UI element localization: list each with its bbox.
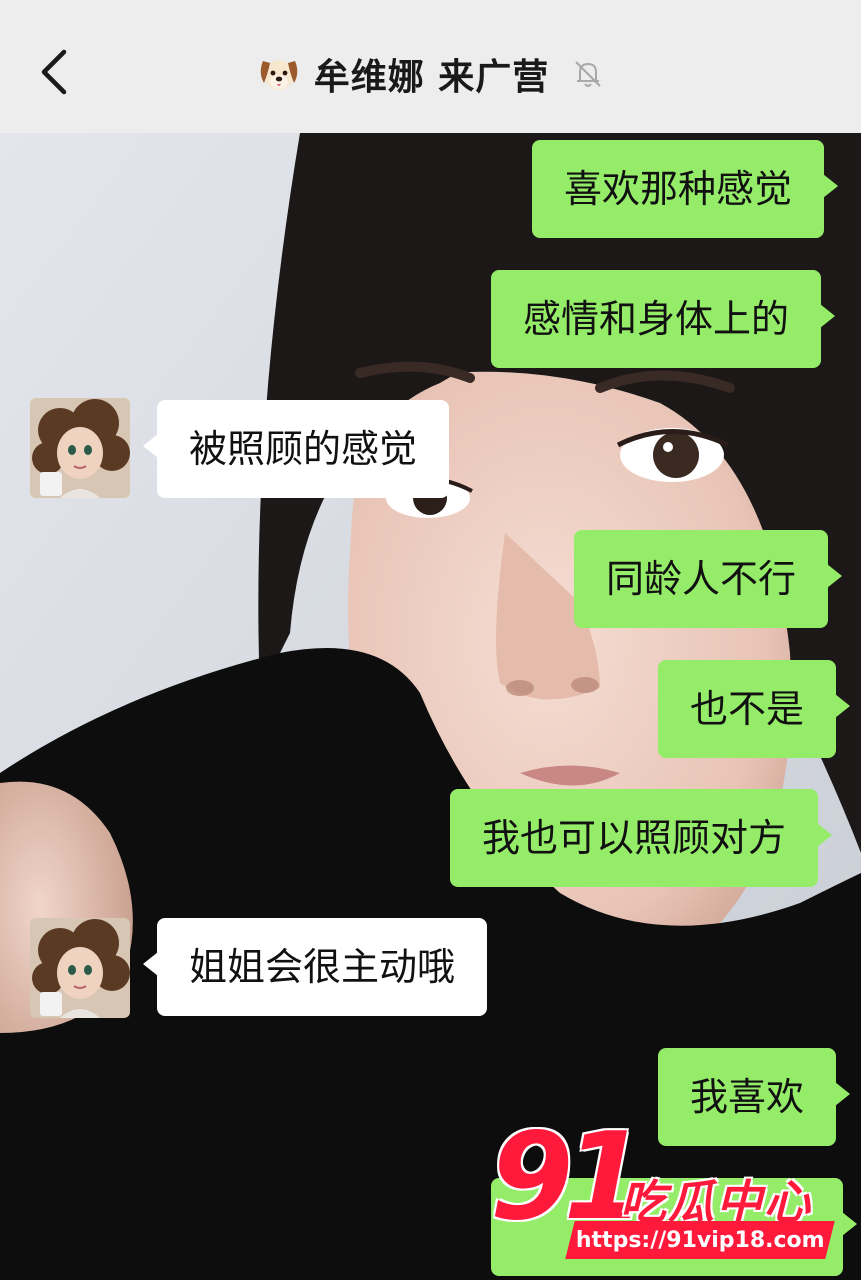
message-bubble[interactable]: 我也可以照顾对方	[450, 789, 833, 887]
message-text: 感情和身体上的	[523, 297, 790, 341]
message-text: 喜欢那种感觉	[564, 167, 793, 211]
message-text: 同龄人不行	[606, 557, 797, 601]
chat-title-bar: 牟维娜 来广营	[0, 48, 861, 98]
message-outgoing[interactable]: 也不是	[658, 660, 851, 758]
watermark-number: 91	[490, 1108, 647, 1247]
contact-avatar[interactable]	[30, 918, 130, 1018]
message-text: 被照顾的感觉	[189, 427, 418, 471]
message-bubble[interactable]: 被照顾的感觉	[142, 400, 450, 498]
message-outgoing[interactable]: 喜欢那种感觉	[532, 140, 839, 238]
message-bubble[interactable]: 姐姐会很主动哦	[142, 918, 488, 1016]
watermark-logo: 91 吃瓜中心 https://91vip18.com	[490, 1118, 850, 1268]
message-bubble[interactable]: 也不是	[658, 660, 851, 758]
message-text: 也不是	[690, 687, 805, 731]
chat-header: 牟维娜 来广营	[0, 0, 861, 133]
message-bubble[interactable]: 感情和身体上的	[491, 270, 836, 368]
watermark-url-banner: https://91vip18.com	[565, 1221, 835, 1259]
avatar-image	[30, 398, 130, 498]
avatar-image	[30, 918, 130, 1018]
bell-muted-icon	[575, 61, 601, 87]
page-title: 牟维娜 来广营	[313, 57, 550, 98]
message-outgoing[interactable]: 同龄人不行	[574, 530, 843, 628]
message-outgoing[interactable]: 感情和身体上的	[491, 270, 836, 368]
message-text: 我喜欢	[690, 1075, 805, 1119]
message-text: 我也可以照顾对方	[482, 816, 787, 860]
contact-avatar[interactable]	[30, 398, 130, 498]
message-incoming[interactable]: 被照顾的感觉	[142, 400, 450, 498]
message-bubble[interactable]: 同龄人不行	[574, 530, 843, 628]
message-outgoing[interactable]: 我也可以照顾对方	[450, 789, 833, 887]
message-text: 姐姐会很主动哦	[189, 945, 456, 989]
message-bubble[interactable]: 喜欢那种感觉	[532, 140, 839, 238]
dog-face-icon	[260, 60, 297, 90]
watermark-url: https://91vip18.com	[575, 1227, 825, 1253]
message-incoming[interactable]: 姐姐会很主动哦	[142, 918, 488, 1016]
